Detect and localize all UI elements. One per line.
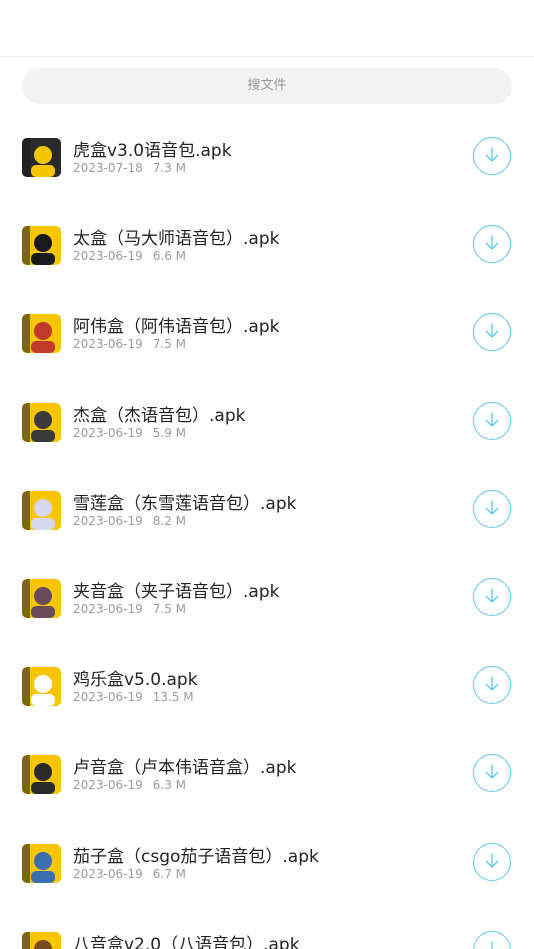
download-button[interactable]: [473, 137, 511, 175]
file-date: 2023-06-19: [73, 690, 143, 705]
file-date: 2023-06-19: [73, 249, 143, 264]
file-size: 7.5 M: [152, 601, 187, 616]
download-button[interactable]: [473, 930, 511, 949]
download-button[interactable]: [473, 577, 511, 616]
download-icon: [485, 941, 499, 949]
file-list-item[interactable]: 雪莲盒（东雪莲语音包）.apk 2023-06-19 8.2 M: [0, 465, 534, 553]
file-name: 阿伟盒（阿伟语音包）.apk: [73, 317, 280, 338]
top-bar: [0, 0, 534, 57]
file-thumbnail: [22, 226, 61, 266]
file-meta: 2023-06-19 6.6 M: [73, 249, 186, 263]
file-meta: 2023-06-19 5.9 M: [73, 426, 186, 440]
download-icon: [485, 147, 499, 162]
file-name: 卢音盒（卢本伟语音盒）.apk: [73, 758, 297, 779]
file-date: 2023-06-19: [73, 601, 143, 616]
file-name: 鸡乐盒v5.0.apk: [73, 670, 198, 691]
file-meta: 2023-06-19 7.5 M: [73, 337, 186, 351]
file-size: 6.6 M: [152, 249, 187, 264]
file-name: 杰盒（杰语音包）.apk: [73, 405, 246, 426]
file-list-item[interactable]: 茄子盒（csgo茄子语音包）.apk 2023-06-19 6.7 M: [0, 818, 534, 906]
file-size: 7.3 M: [152, 161, 187, 175]
download-icon: [485, 676, 499, 691]
file-date: 2023-06-19: [73, 778, 143, 793]
file-list-item[interactable]: 鸡乐盒v5.0.apk 2023-06-19 13.5 M: [0, 641, 534, 729]
file-thumbnail: [22, 578, 61, 618]
file-date: 2023-07-18: [73, 161, 143, 175]
file-list-item[interactable]: 太盒（马大师语音包）.apk 2023-06-19 6.6 M: [0, 200, 534, 288]
download-button[interactable]: [473, 754, 511, 793]
download-icon: [485, 411, 499, 427]
file-name: 虎盒v3.0语音包.apk: [73, 141, 232, 161]
file-thumbnail: [22, 931, 61, 949]
file-meta: 2023-06-19 6.7 M: [73, 867, 186, 881]
file-size: 6.3 M: [152, 778, 187, 793]
file-list-item[interactable]: 杰盒（杰语音包）.apk 2023-06-19 5.9 M: [0, 377, 534, 465]
file-thumbnail: [22, 138, 61, 177]
file-list-item[interactable]: 卢音盒（卢本伟语音盒）.apk 2023-06-19 6.3 M: [0, 729, 534, 817]
download-icon: [485, 235, 499, 250]
file-list: 虎盒v3.0语音包.apk 2023-07-18 7.3 M 太盒（马大师语音包）…: [0, 112, 534, 949]
download-button[interactable]: [473, 842, 511, 881]
file-size: 5.9 M: [152, 425, 187, 440]
file-size: 6.7 M: [152, 866, 187, 881]
download-button[interactable]: [473, 666, 511, 705]
download-icon: [485, 764, 499, 779]
file-name: 夹音盒（夹子语音包）.apk: [73, 581, 280, 602]
file-thumbnail: [22, 402, 61, 442]
file-thumbnail: [22, 843, 61, 883]
download-icon: [485, 852, 499, 868]
file-meta: 2023-06-19 6.3 M: [73, 778, 186, 792]
file-meta: 2023-06-19 13.5 M: [73, 690, 194, 704]
file-thumbnail: [22, 314, 61, 354]
file-thumbnail: [22, 755, 61, 795]
file-list-item[interactable]: 阿伟盒（阿伟语音包）.apk 2023-06-19 7.5 M: [0, 288, 534, 376]
download-button[interactable]: [473, 401, 511, 440]
file-list-item[interactable]: 虎盒v3.0语音包.apk 2023-07-18 7.3 M: [0, 112, 534, 200]
file-list-item[interactable]: 八音盒v2.0（八语音包）.apk: [0, 906, 534, 949]
file-size: 13.5 M: [152, 690, 194, 705]
file-date: 2023-06-19: [73, 337, 143, 352]
file-name: 茄子盒（csgo茄子语音包）.apk: [73, 846, 319, 867]
file-meta: 2023-07-18 7.3 M: [73, 161, 186, 175]
download-icon: [485, 588, 499, 603]
file-thumbnail: [22, 667, 61, 707]
file-name: 雪莲盒（东雪莲语音包）.apk: [73, 493, 297, 514]
file-name: 八音盒v2.0（八语音包）.apk: [73, 934, 300, 949]
file-size: 8.2 M: [152, 513, 187, 528]
file-meta: 2023-06-19 7.5 M: [73, 602, 186, 616]
download-icon: [485, 323, 499, 339]
download-icon: [485, 500, 499, 515]
file-date: 2023-06-19: [73, 866, 143, 881]
download-button[interactable]: [473, 313, 511, 352]
file-thumbnail: [22, 490, 61, 530]
file-list-item[interactable]: 夹音盒（夹子语音包）.apk 2023-06-19 7.5 M: [0, 553, 534, 641]
download-button[interactable]: [473, 225, 511, 264]
file-size: 7.5 M: [152, 337, 187, 352]
file-date: 2023-06-19: [73, 513, 143, 528]
download-button[interactable]: [473, 489, 511, 528]
file-date: 2023-06-19: [73, 425, 143, 440]
file-name: 太盒（马大师语音包）.apk: [73, 229, 280, 250]
search-input[interactable]: 搜文件: [22, 68, 512, 104]
file-meta: 2023-06-19 8.2 M: [73, 514, 186, 528]
